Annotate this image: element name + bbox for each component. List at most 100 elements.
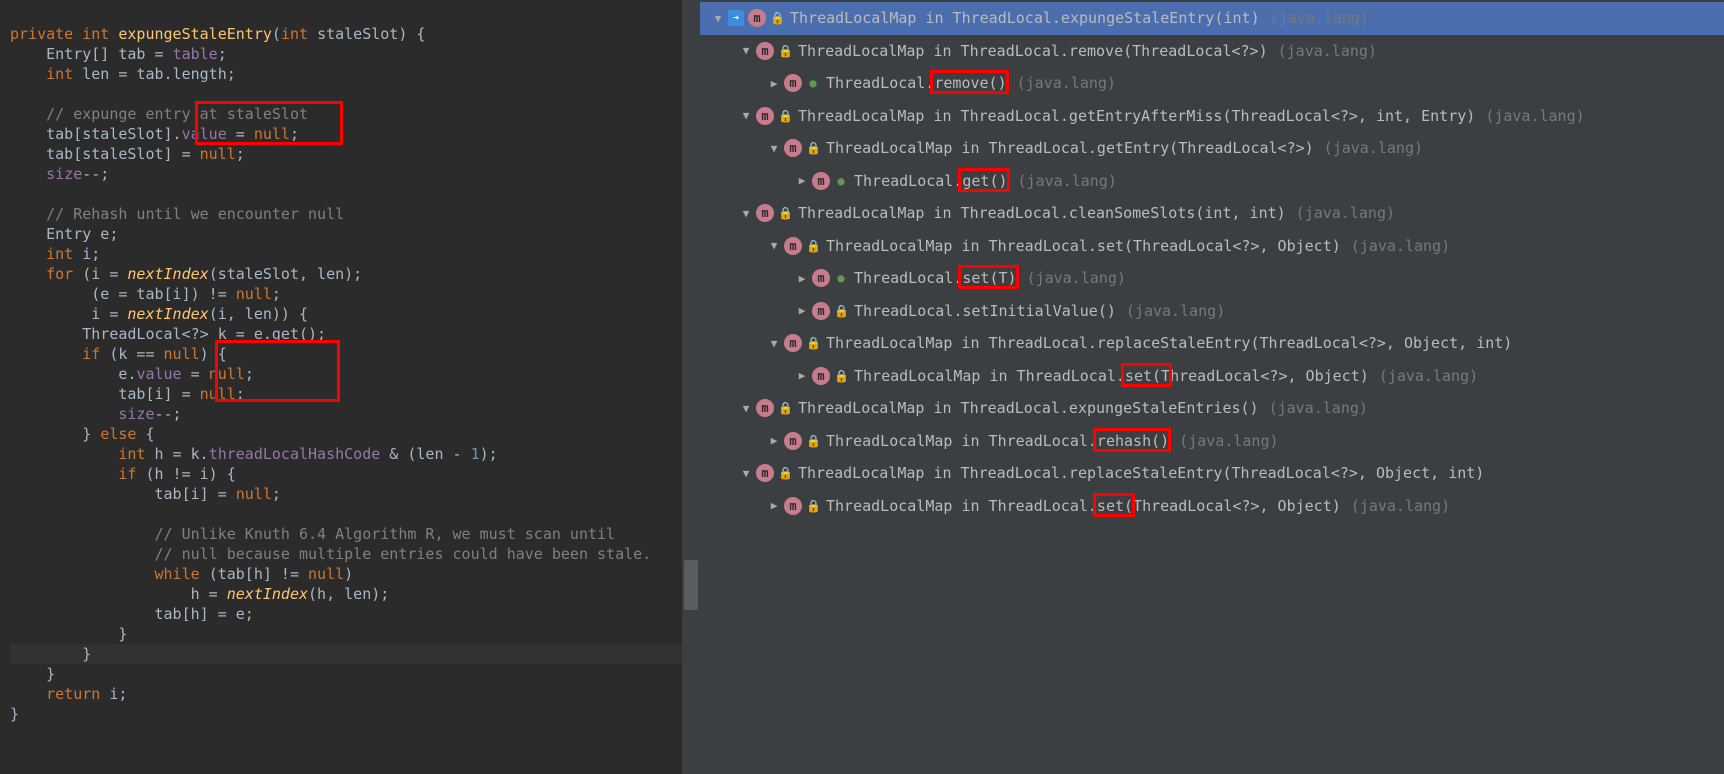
- hierarchy-row-package: (java.lang): [1485, 107, 1584, 125]
- method-icon: m: [784, 497, 802, 515]
- hierarchy-row[interactable]: ▼m 🔒 ThreadLocalMap in ThreadLocal.remove(…: [700, 35, 1724, 68]
- collapse-arrow-icon[interactable]: ▼: [764, 239, 784, 252]
- expand-arrow-icon[interactable]: ▶: [792, 369, 812, 382]
- private-visibility-icon: 🔒: [806, 499, 820, 513]
- hierarchy-row-package: (java.lang): [1018, 172, 1117, 190]
- hierarchy-row-label: ThreadLocalMap in ThreadLocal.cleanSomeS…: [798, 204, 1286, 222]
- hierarchy-row-label: ThreadLocalMap in ThreadLocal.expungeSta…: [798, 399, 1259, 417]
- hierarchy-row-package: (java.lang): [1126, 302, 1225, 320]
- hierarchy-row[interactable]: ▶m ● ThreadLocal.remove() (java.lang): [700, 67, 1724, 100]
- hierarchy-row[interactable]: ▶m ● ThreadLocal.get() (java.lang): [700, 165, 1724, 198]
- method-icon: m: [812, 269, 830, 287]
- private-visibility-icon: 🔒: [778, 109, 792, 123]
- public-visibility-icon: ●: [806, 76, 820, 90]
- collapse-arrow-icon[interactable]: ▼: [736, 402, 756, 415]
- hierarchy-row[interactable]: ▼m 🔒 ThreadLocalMap in ThreadLocal.set(Thr…: [700, 230, 1724, 263]
- hierarchy-row[interactable]: ▶m ● ThreadLocal.set(T) (java.lang): [700, 262, 1724, 295]
- private-visibility-icon: 🔒: [806, 434, 820, 448]
- editor-scrollbar-thumb[interactable]: [684, 560, 698, 610]
- hierarchy-row-package: (java.lang): [1296, 204, 1395, 222]
- expand-arrow-icon[interactable]: ▶: [792, 174, 812, 187]
- collapse-arrow-icon[interactable]: ▼: [736, 467, 756, 480]
- method-icon: m: [756, 107, 774, 125]
- collapse-arrow-icon[interactable]: ▼: [764, 337, 784, 350]
- method-icon: m: [812, 367, 830, 385]
- public-visibility-icon: ●: [834, 174, 848, 188]
- private-visibility-icon: 🔒: [834, 304, 848, 318]
- public-visibility-icon: ●: [834, 271, 848, 285]
- hierarchy-row[interactable]: ▼m 🔒 ThreadLocalMap in ThreadLocal.cleanSo…: [700, 197, 1724, 230]
- method-icon: m: [784, 74, 802, 92]
- hierarchy-row-package: (java.lang): [1351, 497, 1450, 515]
- private-visibility-icon: 🔒: [778, 44, 792, 58]
- collapse-arrow-icon[interactable]: ▼: [736, 207, 756, 220]
- hierarchy-row-package: (java.lang): [1278, 42, 1377, 60]
- method-icon: m: [784, 432, 802, 450]
- method-icon: m: [812, 172, 830, 190]
- hierarchy-row[interactable]: ▼m 🔒 ThreadLocalMap in ThreadLocal.expunge…: [700, 392, 1724, 425]
- collapse-arrow-icon[interactable]: ▼: [736, 109, 756, 122]
- method-icon: m: [756, 42, 774, 60]
- expand-arrow-icon[interactable]: ▶: [764, 499, 784, 512]
- private-visibility-icon: 🔒: [806, 239, 820, 253]
- code-content: private int expungeStaleEntry(int staleS…: [0, 0, 700, 744]
- hierarchy-row-label: ThreadLocalMap in ThreadLocal.remove(Thr…: [798, 42, 1268, 60]
- hierarchy-row-package: (java.lang): [1027, 269, 1126, 287]
- hierarchy-row-label: ThreadLocalMap in ThreadLocal.set(Thread…: [826, 237, 1341, 255]
- hierarchy-row-label: ThreadLocalMap in ThreadLocal.set(Thread…: [826, 497, 1341, 515]
- hierarchy-row[interactable]: ▼m 🔒 ThreadLocalMap in ThreadLocal.getEntr…: [700, 100, 1724, 133]
- hierarchy-row-label: ThreadLocal.set(T): [854, 269, 1017, 287]
- method-icon: m: [784, 237, 802, 255]
- hierarchy-row-label: ThreadLocalMap in ThreadLocal.replaceSta…: [826, 334, 1512, 352]
- hierarchy-row-label: ThreadLocal.remove(): [826, 74, 1007, 92]
- hierarchy-row-label: ThreadLocalMap in ThreadLocal.getEntryAf…: [798, 107, 1475, 125]
- method-icon: m: [784, 139, 802, 157]
- code-editor-pane[interactable]: private int expungeStaleEntry(int staleS…: [0, 0, 700, 774]
- collapse-arrow-icon[interactable]: ▼: [708, 12, 728, 25]
- hierarchy-row-package: (java.lang): [1269, 399, 1368, 417]
- hierarchy-row[interactable]: ▶m 🔒 ThreadLocal.setInitialValue() (java.la…: [700, 295, 1724, 328]
- private-visibility-icon: 🔒: [806, 141, 820, 155]
- hierarchy-row-label: ThreadLocalMap in ThreadLocal.rehash(): [826, 432, 1169, 450]
- call-hierarchy-pane[interactable]: ▼➜m🔒ThreadLocalMap in ThreadLocal.expung…: [700, 0, 1724, 774]
- hierarchy-row-package: (java.lang): [1270, 9, 1369, 27]
- current-marker-icon: ➜: [728, 10, 744, 26]
- private-visibility-icon: 🔒: [770, 11, 784, 25]
- expand-arrow-icon[interactable]: ▶: [764, 77, 784, 90]
- hierarchy-row-package: (java.lang): [1017, 74, 1116, 92]
- hierarchy-row[interactable]: ▼m 🔒 ThreadLocalMap in ThreadLocal.replace…: [700, 457, 1724, 490]
- method-icon: m: [748, 9, 766, 27]
- hierarchy-row-label: ThreadLocalMap in ThreadLocal.getEntry(T…: [826, 139, 1314, 157]
- private-visibility-icon: 🔒: [778, 466, 792, 480]
- private-visibility-icon: 🔒: [834, 369, 848, 383]
- hierarchy-row[interactable]: ▶m 🔒 ThreadLocalMap in ThreadLocal.set(Thr…: [700, 490, 1724, 523]
- hierarchy-row-label: ThreadLocalMap in ThreadLocal.set(Thread…: [854, 367, 1369, 385]
- method-icon: m: [812, 302, 830, 320]
- method-icon: m: [756, 464, 774, 482]
- collapse-arrow-icon[interactable]: ▼: [764, 142, 784, 155]
- hierarchy-row-label: ThreadLocal.get(): [854, 172, 1008, 190]
- method-icon: m: [784, 334, 802, 352]
- expand-arrow-icon[interactable]: ▶: [792, 272, 812, 285]
- private-visibility-icon: 🔒: [778, 206, 792, 220]
- hierarchy-row[interactable]: ▼➜m 🔒 ThreadLocalMap in ThreadLocal.expung…: [700, 2, 1724, 35]
- private-visibility-icon: 🔒: [806, 336, 820, 350]
- private-visibility-icon: 🔒: [778, 401, 792, 415]
- editor-scrollbar[interactable]: [682, 0, 700, 774]
- hierarchy-row-package: (java.lang): [1324, 139, 1423, 157]
- expand-arrow-icon[interactable]: ▶: [764, 434, 784, 447]
- hierarchy-row-package: (java.lang): [1179, 432, 1278, 450]
- method-icon: m: [756, 399, 774, 417]
- hierarchy-row-package: (java.lang): [1379, 367, 1478, 385]
- collapse-arrow-icon[interactable]: ▼: [736, 44, 756, 57]
- hierarchy-row-label: ThreadLocalMap in ThreadLocal.expungeSta…: [790, 9, 1260, 27]
- hierarchy-row-package: (java.lang): [1351, 237, 1450, 255]
- hierarchy-row-label: ThreadLocal.setInitialValue(): [854, 302, 1116, 320]
- hierarchy-row[interactable]: ▼m 🔒 ThreadLocalMap in ThreadLocal.getEntr…: [700, 132, 1724, 165]
- hierarchy-row[interactable]: ▶m 🔒 ThreadLocalMap in ThreadLocal.set(Thr…: [700, 360, 1724, 393]
- hierarchy-row-label: ThreadLocalMap in ThreadLocal.replaceSta…: [798, 464, 1484, 482]
- expand-arrow-icon[interactable]: ▶: [792, 304, 812, 317]
- method-icon: m: [756, 204, 774, 222]
- hierarchy-row[interactable]: ▼m 🔒 ThreadLocalMap in ThreadLocal.replace…: [700, 327, 1724, 360]
- hierarchy-row[interactable]: ▶m 🔒 ThreadLocalMap in ThreadLocal.rehash(…: [700, 425, 1724, 458]
